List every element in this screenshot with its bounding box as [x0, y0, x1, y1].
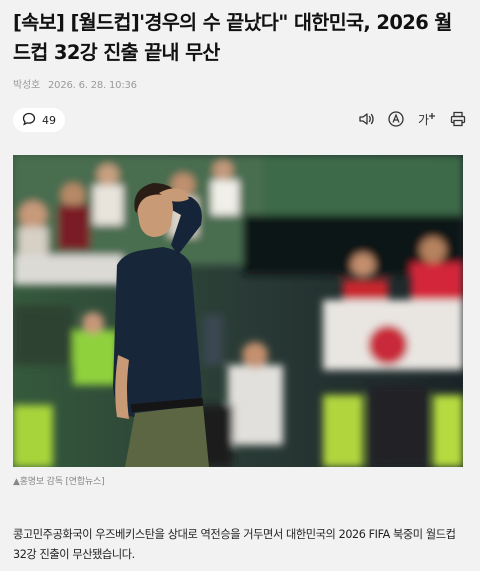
publish-date: 2026. 6. 28. 10:36	[48, 80, 137, 91]
font-size-icon[interactable]: 가	[417, 110, 437, 128]
comment-button[interactable]: 49	[13, 108, 65, 132]
photo-caption: ▲홍명보 감독 [연합뉴스]	[13, 477, 105, 487]
article-toolbar: 49 가	[13, 108, 469, 132]
author-name[interactable]: 박성호	[13, 80, 40, 91]
svg-text:가: 가	[418, 113, 429, 127]
print-icon[interactable]	[449, 110, 467, 128]
byline: 박성호 2026. 6. 28. 10:36	[13, 76, 137, 91]
comment-icon	[22, 112, 36, 129]
comment-count: 49	[42, 113, 56, 127]
translate-icon[interactable]	[387, 110, 405, 128]
audio-icon[interactable]	[357, 110, 375, 128]
article-photo	[13, 155, 463, 467]
article-headline: [속보] [월드컵]'경우의 수 끝났다" 대한민국, 2026 월드컵 32강…	[13, 11, 452, 64]
article-body: 콩고민주공화국이 우즈베키스탄을 상대로 역전승을 거두면서 대한민국의 202…	[13, 528, 456, 561]
